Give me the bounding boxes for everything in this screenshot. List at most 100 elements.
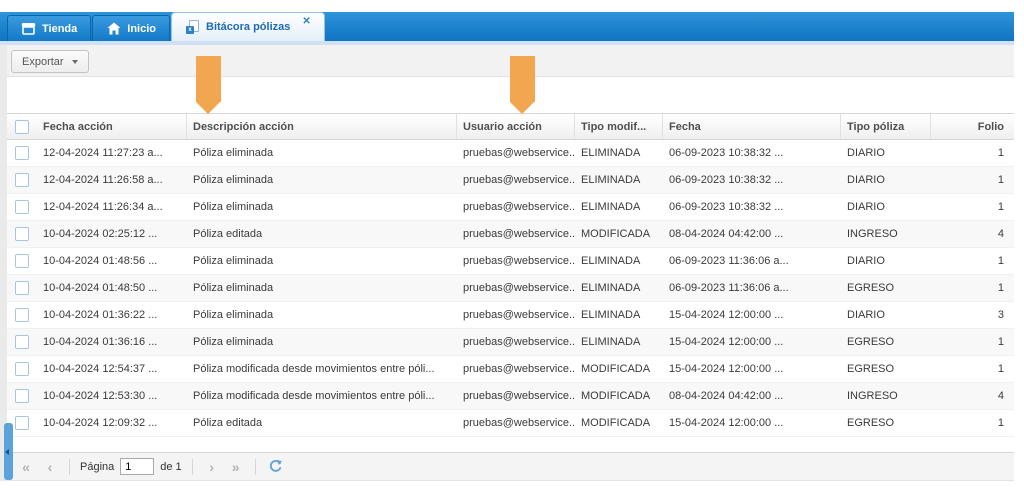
tab-tienda[interactable]: Tienda [7, 15, 91, 41]
close-icon[interactable]: ✕ [302, 16, 310, 27]
column-header-tipo-poliza[interactable]: Tipo póliza [841, 114, 931, 139]
cell-descripcion-accion: Póliza editada [187, 221, 457, 247]
cell-descripcion-accion: Póliza eliminada [187, 275, 457, 301]
row-checkbox[interactable] [15, 281, 29, 295]
column-header-descripcion-accion[interactable]: Descripción acción [187, 114, 457, 139]
export-button[interactable]: Exportar [11, 50, 89, 73]
column-header-folio[interactable]: Folio [931, 114, 1014, 139]
next-page-button[interactable]: › [203, 460, 221, 474]
column-header-fecha-accion[interactable]: Fecha acción [37, 114, 187, 139]
table-row[interactable]: 10-04-2024 01:36:16 ...Póliza eliminadap… [7, 329, 1014, 356]
cell-tipo-poliza: INGRESO [841, 383, 931, 409]
prev-page-button[interactable]: ‹ [41, 460, 59, 474]
row-checkbox[interactable] [15, 227, 29, 241]
tab-bitacora-polizas[interactable]: x Bitácora pólizas ✕ [171, 12, 325, 41]
cell-tipo-modif: ELIMINADA [575, 194, 663, 220]
cell-usuario-accion: pruebas@webservice.... [457, 248, 575, 274]
cell-folio: 1 [931, 248, 1014, 274]
table-row[interactable]: 10-04-2024 01:48:56 ...Póliza eliminadap… [7, 248, 1014, 275]
column-header-tipo-modif[interactable]: Tipo modif... [575, 114, 663, 139]
row-checkbox[interactable] [15, 362, 29, 376]
cell-descripcion-accion: Póliza modificada desde movimientos entr… [187, 383, 457, 409]
row-checkbox-cell [7, 221, 37, 247]
cell-descripcion-accion: Póliza eliminada [187, 167, 457, 193]
page-label: Página [80, 461, 114, 473]
row-checkbox[interactable] [15, 254, 29, 268]
cell-usuario-accion: pruebas@webservice.... [457, 329, 575, 355]
cell-fecha-accion: 10-04-2024 12:53:30 ... [37, 383, 187, 409]
row-checkbox[interactable] [15, 335, 29, 349]
policy-log-icon: x [185, 20, 200, 34]
row-checkbox[interactable] [15, 308, 29, 322]
cell-fecha-accion: 10-04-2024 02:25:12 ... [37, 221, 187, 247]
tab-label: Bitácora pólizas [206, 21, 290, 33]
left-edge [0, 45, 7, 481]
table-row[interactable]: 12-04-2024 11:26:34 a...Póliza eliminada… [7, 194, 1014, 221]
cell-fecha-accion: 12-04-2024 11:27:23 a... [37, 140, 187, 166]
table-row[interactable]: 10-04-2024 01:36:22 ...Póliza eliminadap… [7, 302, 1014, 329]
cell-fecha-accion: 10-04-2024 12:54:37 ... [37, 356, 187, 382]
cell-tipo-modif: ELIMINADA [575, 275, 663, 301]
row-checkbox[interactable] [15, 173, 29, 187]
cell-tipo-modif: MODIFICADA [575, 383, 663, 409]
cell-usuario-accion: pruebas@webservice.... [457, 194, 575, 220]
column-header-usuario-accion[interactable]: Usuario acción [457, 114, 575, 139]
cell-usuario-accion: pruebas@webservice.... [457, 410, 575, 436]
row-checkbox[interactable] [15, 389, 29, 403]
row-checkbox-cell [7, 302, 37, 328]
table-row[interactable]: 12-04-2024 11:26:58 a...Póliza eliminada… [7, 167, 1014, 194]
cell-fecha: 15-04-2024 12:00:00 ... [663, 410, 841, 436]
row-checkbox-cell [7, 194, 37, 220]
cell-tipo-modif: ELIMINADA [575, 167, 663, 193]
cell-tipo-poliza: DIARIO [841, 302, 931, 328]
collapse-panel-handle[interactable] [4, 423, 13, 480]
table-row[interactable]: 10-04-2024 12:09:32 ...Póliza editadapru… [7, 410, 1014, 437]
row-checkbox-cell [7, 356, 37, 382]
tab-label: Inicio [127, 23, 156, 35]
chevron-down-icon [72, 60, 78, 64]
home-icon [106, 22, 121, 36]
refresh-button[interactable] [268, 459, 283, 474]
cell-fecha: 06-09-2023 10:38:32 ... [663, 194, 841, 220]
cell-usuario-accion: pruebas@webservice.... [457, 383, 575, 409]
table-row[interactable]: 10-04-2024 12:53:30 ...Póliza modificada… [7, 383, 1014, 410]
cell-fecha: 15-04-2024 12:00:00 ... [663, 356, 841, 382]
cell-tipo-poliza: DIARIO [841, 194, 931, 220]
cell-tipo-poliza: EGRESO [841, 356, 931, 382]
row-checkbox[interactable] [15, 200, 29, 214]
cell-usuario-accion: pruebas@webservice.... [457, 275, 575, 301]
tab-inicio[interactable]: Inicio [92, 15, 170, 41]
cell-fecha: 06-09-2023 10:38:32 ... [663, 140, 841, 166]
row-checkbox-cell [7, 248, 37, 274]
cell-descripcion-accion: Póliza modificada desde movimientos entr… [187, 356, 457, 382]
cell-tipo-modif: MODIFICADA [575, 410, 663, 436]
tab-bar: Tienda Inicio x Bitácora pólizas ✕ [0, 12, 1014, 41]
cell-usuario-accion: pruebas@webservice.... [457, 167, 575, 193]
row-checkbox[interactable] [15, 416, 29, 430]
first-page-button[interactable]: « [17, 460, 35, 474]
tab-label: Tienda [42, 23, 77, 35]
row-checkbox[interactable] [15, 146, 29, 160]
select-all-checkbox[interactable] [15, 120, 29, 134]
cell-fecha-accion: 10-04-2024 01:48:50 ... [37, 275, 187, 301]
cell-fecha-accion: 12-04-2024 11:26:34 a... [37, 194, 187, 220]
table-row[interactable]: 12-04-2024 11:27:23 a...Póliza eliminada… [7, 140, 1014, 167]
page-count-label: de 1 [160, 461, 181, 473]
cell-folio: 1 [931, 410, 1014, 436]
table-row[interactable]: 10-04-2024 02:25:12 ...Póliza editadapru… [7, 221, 1014, 248]
table-row[interactable]: 10-04-2024 01:48:50 ...Póliza eliminadap… [7, 275, 1014, 302]
separator [192, 459, 193, 475]
row-checkbox-cell [7, 275, 37, 301]
cell-fecha-accion: 10-04-2024 12:09:32 ... [37, 410, 187, 436]
row-checkbox-cell [7, 383, 37, 409]
toolbar: Exportar [7, 45, 1014, 77]
cell-descripcion-accion: Póliza editada [187, 410, 457, 436]
cell-tipo-modif: MODIFICADA [575, 356, 663, 382]
cell-tipo-poliza: EGRESO [841, 410, 931, 436]
column-header-fecha[interactable]: Fecha [663, 114, 841, 139]
page-input[interactable] [120, 458, 154, 475]
cell-folio: 1 [931, 167, 1014, 193]
table-row[interactable]: 10-04-2024 12:54:37 ...Póliza modificada… [7, 356, 1014, 383]
last-page-button[interactable]: » [227, 460, 245, 474]
store-icon [21, 22, 36, 36]
